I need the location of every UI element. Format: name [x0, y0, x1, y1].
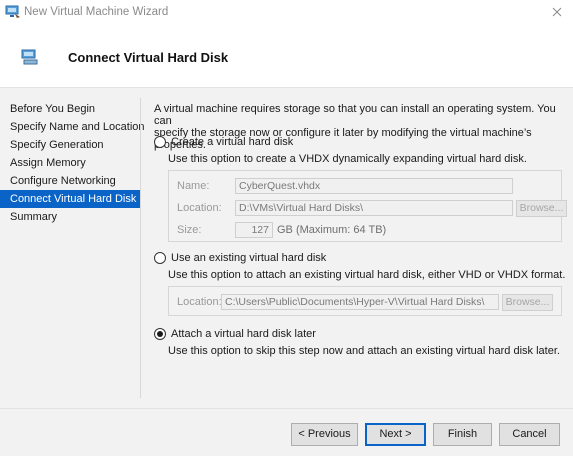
- vhd-location-field[interactable]: D:\VMs\Virtual Hard Disks\: [235, 200, 513, 216]
- nav-item-before-you-begin[interactable]: Before You Begin: [0, 100, 140, 118]
- nav-item-specify-generation[interactable]: Specify Generation: [0, 136, 140, 154]
- vhd-size-unit: GB (Maximum: 64 TB): [277, 224, 387, 236]
- wizard-footer: < Previous Next > Finish Cancel: [0, 408, 573, 456]
- existing-location-label: Location:: [177, 296, 222, 308]
- nav-divider: [140, 98, 141, 398]
- vhd-location-label: Location:: [177, 202, 222, 214]
- vhd-size-field[interactable]: 127: [235, 222, 273, 238]
- vm-wizard-icon: [5, 5, 20, 18]
- vhd-size-label: Size:: [177, 224, 202, 236]
- existing-browse-button[interactable]: Browse...: [502, 294, 553, 311]
- create-vhd-description: Use this option to create a VHDX dynamic…: [168, 153, 527, 165]
- wizard-nav: Before You Begin Specify Name and Locati…: [0, 100, 145, 226]
- page-header: Connect Virtual Hard Disk: [0, 26, 573, 88]
- attach-later-radio[interactable]: [154, 328, 166, 340]
- nav-item-assign-memory[interactable]: Assign Memory: [0, 154, 140, 172]
- window-title: New Virtual Machine Wizard: [24, 6, 169, 18]
- vhd-browse-button[interactable]: Browse...: [516, 200, 567, 217]
- finish-button[interactable]: Finish: [433, 423, 492, 446]
- hard-disk-icon: [21, 49, 38, 65]
- nav-item-specify-name-location[interactable]: Specify Name and Location: [0, 118, 145, 136]
- wizard-body: Before You Begin Specify Name and Locati…: [0, 88, 573, 408]
- title-bar: New Virtual Machine Wizard: [0, 0, 573, 26]
- cancel-button[interactable]: Cancel: [499, 423, 560, 446]
- existing-vhd-radio[interactable]: [154, 252, 166, 264]
- intro-line-1: A virtual machine requires storage so th…: [154, 103, 556, 127]
- previous-button[interactable]: < Previous: [291, 423, 358, 446]
- nav-item-summary[interactable]: Summary: [0, 208, 140, 226]
- create-vhd-group: Name: CyberQuest.vhdx Location: D:\VMs\V…: [168, 170, 567, 242]
- vhd-name-label: Name:: [177, 180, 210, 192]
- attach-later-option[interactable]: Attach a virtual hard disk later: [154, 327, 316, 341]
- existing-vhd-group: Location: C:\Users\Public\Documents\Hype…: [168, 286, 562, 316]
- nav-item-configure-networking[interactable]: Configure Networking: [0, 172, 140, 190]
- page-title: Connect Virtual Hard Disk: [68, 50, 229, 65]
- create-vhd-label: Create a virtual hard disk: [171, 136, 294, 148]
- existing-location-field[interactable]: C:\Users\Public\Documents\Hyper-V\Virtua…: [221, 294, 499, 310]
- close-icon[interactable]: [550, 5, 564, 19]
- vhd-name-field[interactable]: CyberQuest.vhdx: [235, 178, 513, 194]
- nav-item-connect-virtual-hard-disk[interactable]: Connect Virtual Hard Disk: [0, 190, 140, 208]
- create-vhd-radio[interactable]: [154, 136, 166, 148]
- next-button[interactable]: Next >: [365, 423, 426, 446]
- attach-later-description: Use this option to skip this step now an…: [168, 345, 560, 357]
- existing-vhd-label: Use an existing virtual hard disk: [171, 252, 327, 264]
- existing-vhd-option[interactable]: Use an existing virtual hard disk: [154, 251, 326, 265]
- attach-later-label: Attach a virtual hard disk later: [171, 328, 316, 340]
- existing-vhd-description: Use this option to attach an existing vi…: [168, 269, 566, 281]
- create-vhd-option[interactable]: Create a virtual hard disk: [154, 135, 293, 149]
